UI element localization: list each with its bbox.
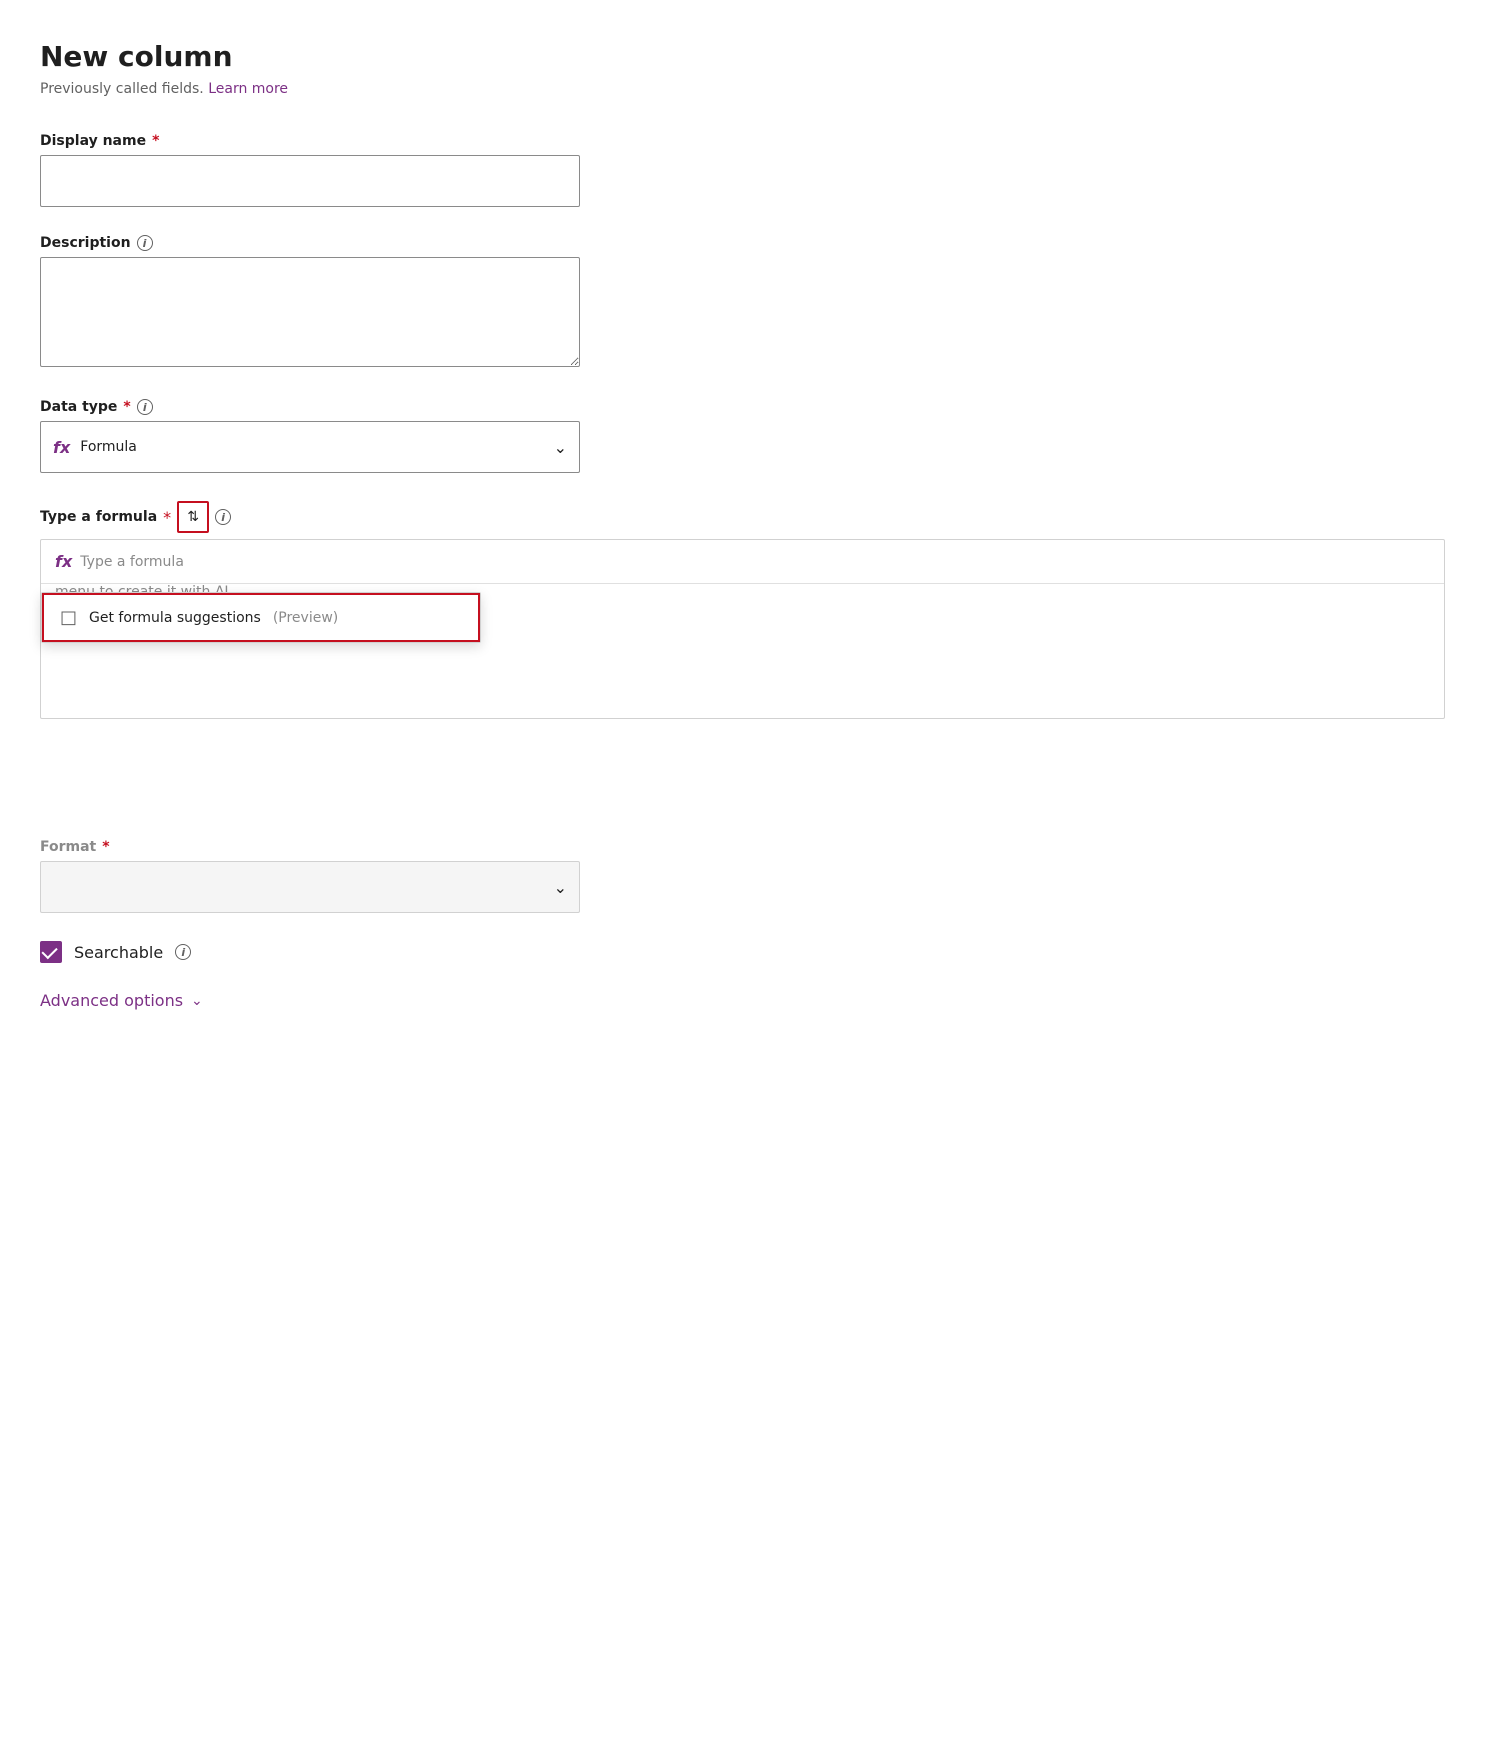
- formula-suggestion-dropdown: □ Get formula suggestions (Preview): [41, 592, 481, 643]
- suggestion-preview: (Preview): [273, 610, 338, 626]
- searchable-checkbox[interactable]: [40, 941, 62, 963]
- format-label: Format *: [40, 839, 1445, 855]
- formula-editor-wrapper: fx Type a formula menu to create it with…: [40, 539, 1445, 719]
- format-group: Format * ⌄: [40, 839, 1445, 913]
- display-name-label: Display name *: [40, 133, 1445, 149]
- formula-icon: fx: [53, 438, 70, 457]
- advanced-options-label: Advanced options: [40, 991, 183, 1010]
- searchable-info-icon[interactable]: i: [175, 944, 191, 960]
- description-label: Description i: [40, 235, 1445, 251]
- formula-required: *: [163, 508, 171, 527]
- format-select: ⌄: [40, 861, 580, 913]
- formula-expand-button[interactable]: ⇅: [177, 501, 209, 533]
- data-type-info-icon[interactable]: i: [137, 399, 153, 415]
- get-formula-suggestions-item[interactable]: □ Get formula suggestions (Preview): [42, 593, 480, 642]
- description-group: Description i: [40, 235, 1445, 371]
- chat-icon: □: [60, 607, 77, 628]
- formula-group: Type a formula * ⇅ i fx Type a formula m…: [40, 501, 1445, 719]
- advanced-options-chevron-icon: ⌄: [191, 993, 203, 1009]
- format-chevron-icon: ⌄: [554, 878, 567, 897]
- formula-editor-area: fx Type a formula menu to create it with…: [40, 539, 1445, 719]
- suggestion-item-label: Get formula suggestions: [89, 610, 261, 626]
- data-type-group: Data type * i fx Formula ⌄: [40, 399, 1445, 473]
- formula-info-icon[interactable]: i: [215, 509, 231, 525]
- formula-label: Type a formula: [40, 509, 157, 525]
- searchable-label: Searchable: [74, 943, 163, 962]
- page-title: New column: [40, 40, 1445, 73]
- searchable-row: Searchable i: [40, 941, 1445, 963]
- display-name-group: Display name *: [40, 133, 1445, 207]
- data-type-select[interactable]: fx Formula ⌄: [40, 421, 580, 473]
- formula-top-bar: fx Type a formula: [41, 540, 1444, 584]
- learn-more-link[interactable]: Learn more: [208, 81, 288, 97]
- format-required: *: [102, 839, 109, 855]
- data-type-value: Formula: [80, 439, 137, 455]
- data-type-label: Data type * i: [40, 399, 1445, 415]
- formula-bar-icon: fx: [55, 552, 72, 571]
- formula-placeholder[interactable]: Type a formula: [80, 554, 184, 570]
- description-info-icon[interactable]: i: [137, 235, 153, 251]
- display-name-input[interactable]: [40, 155, 580, 207]
- display-name-required: *: [152, 133, 159, 149]
- data-type-required: *: [123, 399, 130, 415]
- data-type-chevron-icon: ⌄: [554, 438, 567, 457]
- data-type-select-wrapper: fx Formula ⌄: [40, 421, 580, 473]
- page-subtitle: Previously called fields. Learn more: [40, 81, 1445, 97]
- formula-label-row: Type a formula * ⇅ i: [40, 501, 1445, 533]
- advanced-options-row[interactable]: Advanced options ⌄: [40, 991, 1445, 1010]
- description-input[interactable]: [40, 257, 580, 367]
